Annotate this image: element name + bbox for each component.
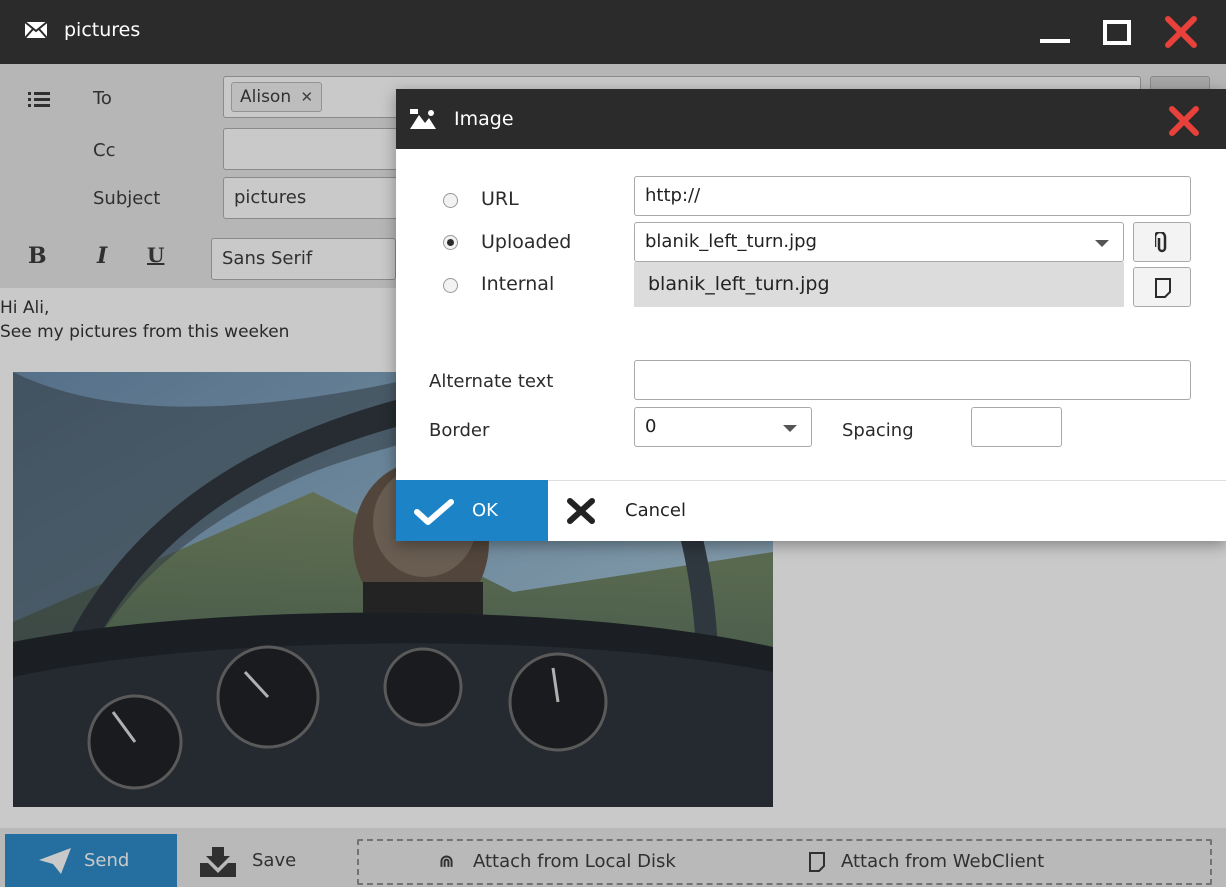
close-window-button[interactable] [1163,14,1199,50]
uploaded-file-value: blanik_left_turn.jpg [645,231,817,252]
border-label: Border [429,420,490,441]
cancel-button[interactable]: Cancel [548,480,728,541]
chevron-down-icon [1095,240,1109,247]
url-label: URL [481,188,519,210]
x-icon [567,498,595,524]
checkmark-icon [414,499,454,525]
cancel-label: Cancel [625,500,686,521]
border-select[interactable]: 0 [634,407,812,447]
minimize-icon [1040,39,1070,43]
alt-text-label: Alternate text [429,371,554,392]
spacing-label: Spacing [842,420,914,441]
dialog-title: Image [454,108,514,130]
dialog-close-button[interactable] [1168,105,1200,137]
maximize-button[interactable] [1100,14,1136,50]
minimize-button[interactable] [1038,14,1074,50]
url-input[interactable]: http:// [634,176,1191,216]
radio-url[interactable] [443,193,458,208]
window-title: pictures [64,19,141,41]
radio-internal[interactable] [443,278,458,293]
spacing-input[interactable] [971,407,1062,447]
image-icon [410,109,436,129]
uploaded-file-select[interactable]: blanik_left_turn.jpg [634,222,1124,262]
mail-icon [24,21,48,39]
maximize-icon [1103,20,1131,45]
document-icon [1155,278,1171,298]
paperclip-icon [1155,232,1167,253]
image-dialog: Image URL Uploaded Internal http:// blan… [396,89,1226,541]
uploaded-dropdown-option[interactable]: blanik_left_turn.jpg [634,262,1124,307]
dropdown-option-label: blanik_left_turn.jpg [648,273,830,295]
dialog-header: Image [396,89,1226,149]
radio-uploaded[interactable] [443,235,458,250]
border-select-value: 0 [645,416,657,437]
alt-text-input[interactable] [634,360,1191,400]
uploaded-label: Uploaded [481,231,572,253]
url-input-value: http:// [645,185,701,206]
ok-label: OK [472,500,498,521]
close-icon [1165,16,1197,48]
ok-button[interactable]: OK [396,480,548,541]
internal-label: Internal [481,273,555,295]
window-titlebar: pictures [0,0,1226,64]
upload-file-button[interactable] [1133,222,1191,262]
close-icon [1169,106,1199,136]
chevron-down-icon [783,425,797,432]
browse-internal-button[interactable] [1133,267,1191,307]
